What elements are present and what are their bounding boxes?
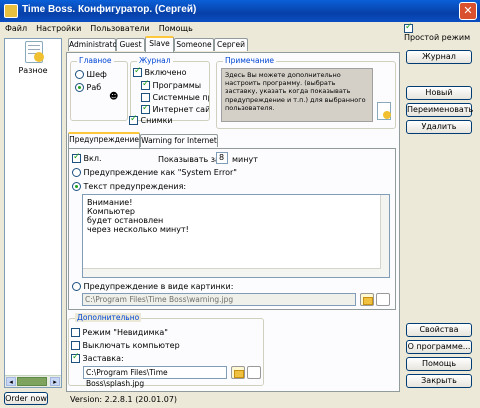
invisible-mode-checkbox[interactable]: Режим "Невидимка" xyxy=(71,328,168,337)
splash-checkbox[interactable]: Заставка: xyxy=(71,352,124,363)
tab-sergey[interactable]: Сергей xyxy=(214,38,248,51)
log-programs-checkbox[interactable]: Программы xyxy=(141,79,201,90)
menu-help[interactable]: Помощь xyxy=(159,24,193,33)
main-group: Главное Шеф Раб ☻ xyxy=(70,56,128,121)
tab-warning[interactable]: Предупреждение xyxy=(68,132,140,148)
version-text: Version: 2.2.8.1 (20.01.07) xyxy=(70,395,178,404)
tab-warning-internet[interactable]: Warning for Internet xyxy=(140,134,218,147)
log-group-title: Журнал xyxy=(137,56,173,65)
mask-icon: ☻ xyxy=(109,92,119,102)
note-group: Примечание Здесь Вы можете дополнительно… xyxy=(216,56,396,129)
minutes-label: минут xyxy=(232,155,258,164)
simple-mode-label: Простой режим xyxy=(404,33,471,42)
log-internet-checkbox[interactable]: Интернет сайты xyxy=(141,105,209,114)
simple-mode-checkbox[interactable]: Простой режим xyxy=(404,22,480,42)
splash-path[interactable]: C:\Program Files\Time Boss\splash.jpg xyxy=(83,366,227,388)
radio-sys-error[interactable]: Предупреждение как "System Error" xyxy=(72,168,237,177)
simple-mode-box[interactable] xyxy=(404,22,413,33)
window-title: Time Boss. Конфигуратор. (Сергей) xyxy=(22,4,197,15)
properties-button[interactable]: Свойства xyxy=(406,323,472,337)
main-group-title: Главное xyxy=(77,56,114,65)
tab-someone[interactable]: Someone xyxy=(174,38,214,51)
help-button[interactable]: Помощь xyxy=(406,357,472,371)
tab-guest[interactable]: Guest xyxy=(116,38,145,51)
clear-image-button[interactable] xyxy=(376,293,390,306)
user-tabs: Administrator Guest Slave Someone Сергей xyxy=(68,36,398,52)
log-sysprogs-checkbox[interactable]: Системные прог xyxy=(141,93,209,102)
app-icon xyxy=(4,4,18,18)
order-now-button[interactable]: Order now xyxy=(4,392,48,405)
extra-group: Дополнительно Режим "Невидимка" Выключат… xyxy=(68,313,264,388)
about-button[interactable]: О программе... xyxy=(406,340,472,354)
warning-image-path[interactable]: C:\Program Files\Time Boss\warning.jpg xyxy=(82,293,356,306)
close-window-button[interactable]: ✕ xyxy=(459,2,477,20)
sidebar-scrollbar[interactable]: ◂ ▸ xyxy=(5,375,61,387)
menu-users[interactable]: Пользователи xyxy=(90,24,149,33)
warning-tabs: Предупреждение Warning for Internet xyxy=(68,132,268,148)
radio-boss[interactable]: Шеф xyxy=(75,70,107,79)
text-area-vscroll[interactable] xyxy=(380,195,389,277)
sidebar: Разное ◂ ▸ xyxy=(4,38,62,388)
log-enabled-checkbox[interactable]: Включено xyxy=(133,66,187,77)
radio-warning-image[interactable]: Предупреждение в виде картинки: xyxy=(72,282,233,291)
close-button[interactable]: Закрыть xyxy=(406,374,472,388)
tab-slave[interactable]: Slave xyxy=(145,36,174,52)
radio-slave[interactable]: Раб xyxy=(75,83,101,92)
show-for-label: Показывать за xyxy=(158,155,220,164)
splash-clear-button[interactable] xyxy=(247,366,261,379)
log-snapshots-checkbox[interactable]: Снимки xyxy=(129,114,173,125)
text-area-hscroll[interactable] xyxy=(83,268,381,277)
delete-button[interactable]: Удалить xyxy=(406,120,472,134)
menu-file[interactable]: Файл xyxy=(5,24,27,33)
tab-administrator[interactable]: Administrator xyxy=(68,38,120,51)
splash-browse-icon[interactable] xyxy=(231,366,245,379)
warning-on-checkbox[interactable]: Вкл. xyxy=(72,152,102,163)
scroll-left-icon[interactable]: ◂ xyxy=(6,377,16,386)
log-group: Журнал Включено Программы Системные прог… xyxy=(129,56,210,125)
shutdown-checkbox[interactable]: Выключать компьютер xyxy=(71,341,180,350)
radio-warning-text[interactable]: Текст предупреждения: xyxy=(72,182,186,191)
rename-button[interactable]: Переименовать xyxy=(406,103,473,117)
title-bar[interactable]: Time Boss. Конфигуратор. (Сергей) ✕ xyxy=(0,0,480,22)
minutes-input[interactable]: 8 xyxy=(216,152,228,164)
scroll-thumb[interactable] xyxy=(17,377,47,386)
log-button[interactable]: Журнал xyxy=(406,50,472,64)
scroll-right-icon[interactable]: ▸ xyxy=(50,377,60,386)
extra-group-title: Дополнительно xyxy=(75,313,142,322)
note-icon xyxy=(377,102,391,120)
sidebar-item-misc[interactable]: Разное xyxy=(5,66,61,75)
browse-folder-icon[interactable] xyxy=(360,293,374,306)
notepad-icon[interactable] xyxy=(25,41,44,63)
menu-settings[interactable]: Настройки xyxy=(36,24,81,33)
note-group-title: Примечание xyxy=(223,56,276,65)
warning-text-area[interactable]: Внимание! Компьютер будет остановлен чер… xyxy=(82,194,390,278)
new-button[interactable]: Новый xyxy=(406,86,472,100)
note-text: Здесь Вы можете дополнительно настроить … xyxy=(221,68,373,122)
